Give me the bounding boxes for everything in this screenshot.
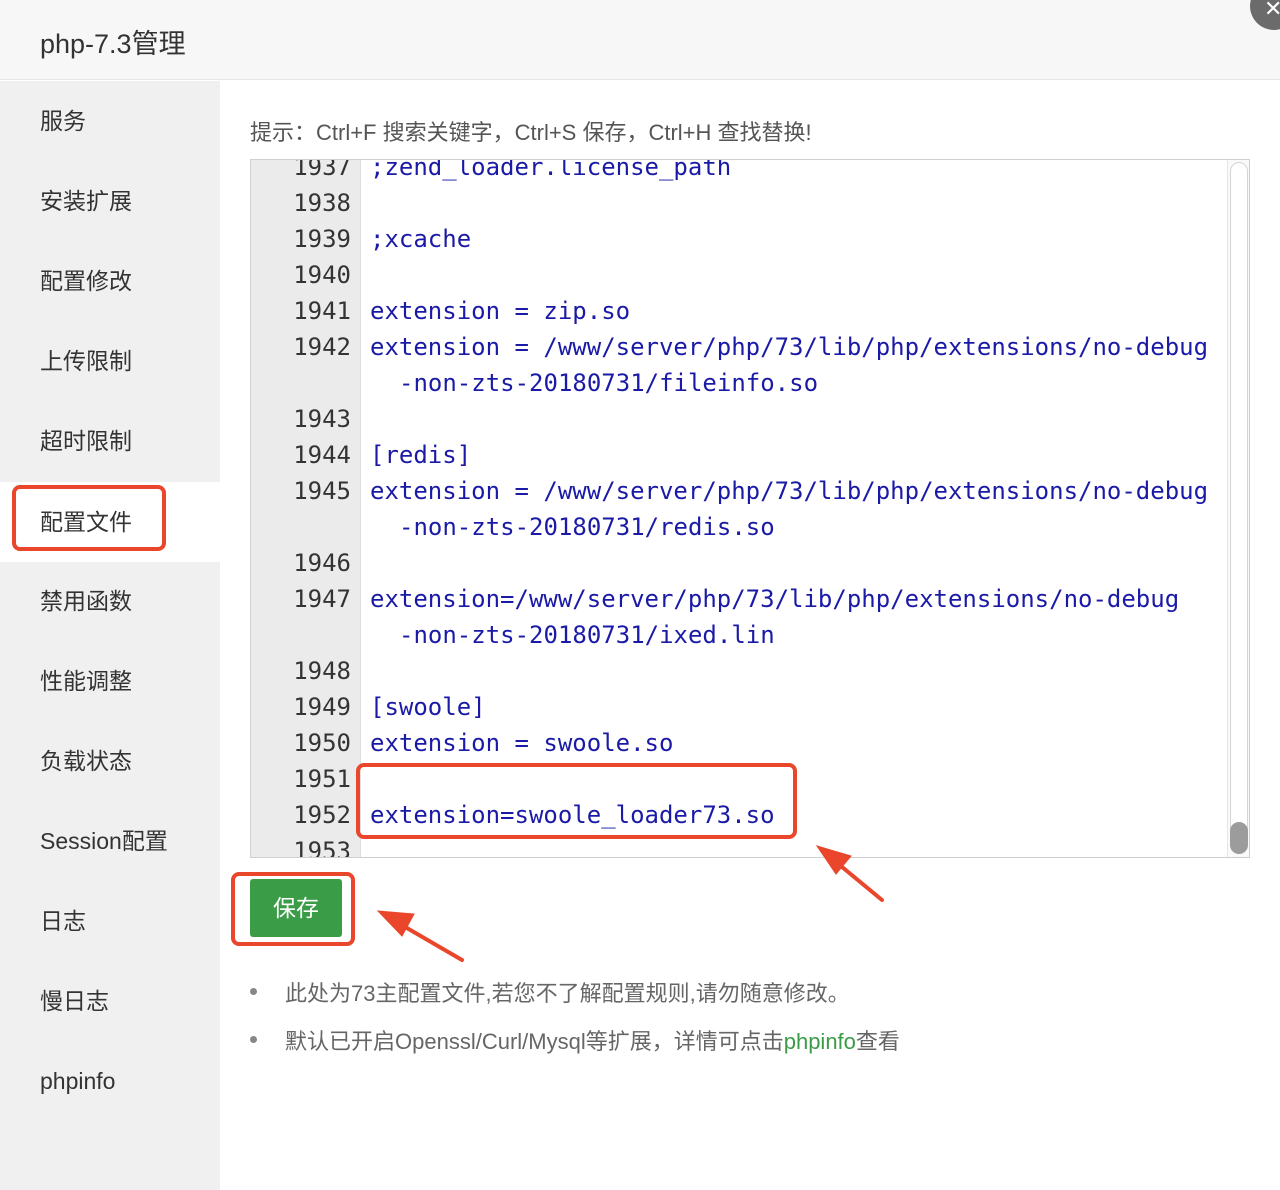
annotation-arrows <box>376 845 884 962</box>
arrow-icon <box>376 910 464 962</box>
arrow-icon <box>815 845 884 902</box>
